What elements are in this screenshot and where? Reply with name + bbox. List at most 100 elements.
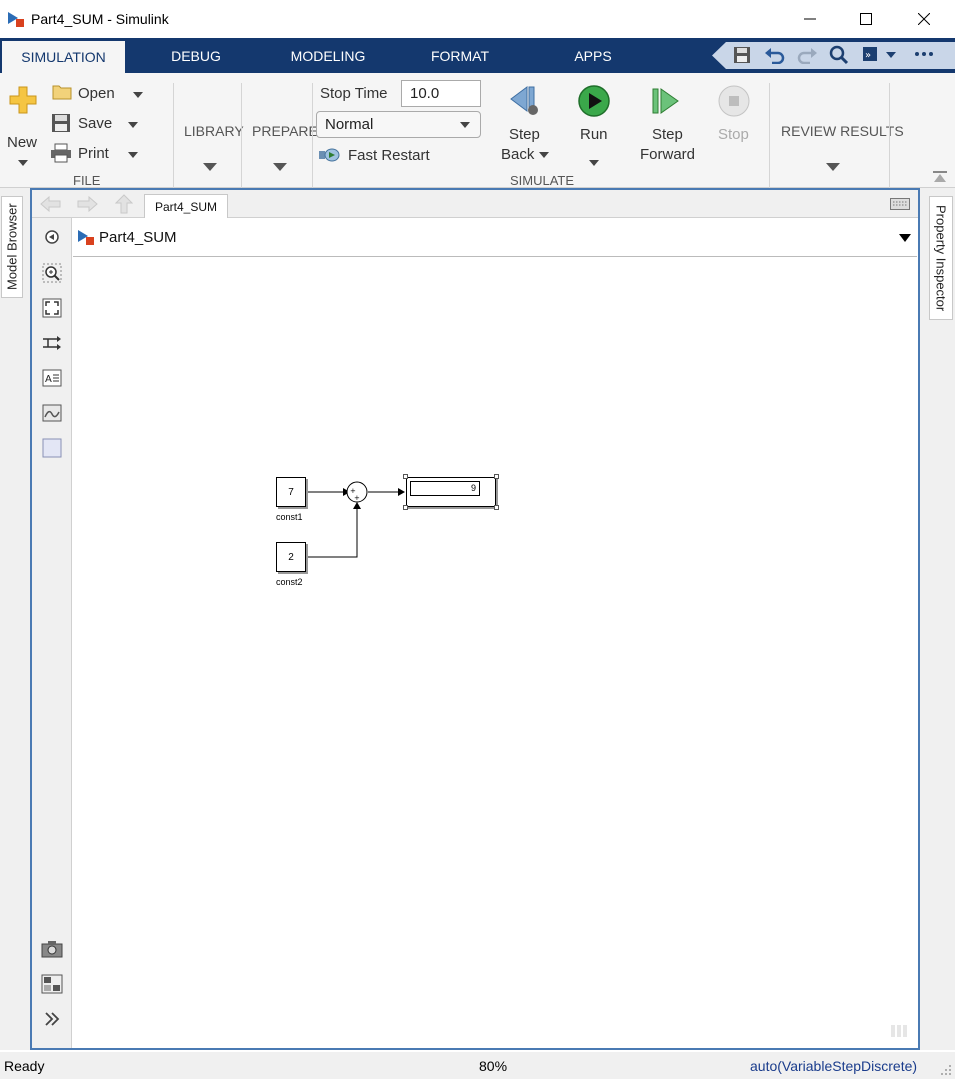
maximize-button[interactable] (837, 0, 895, 38)
zoom-level: 80% (479, 1058, 508, 1074)
model-browser-label: Model Browser (4, 203, 20, 291)
print-button[interactable]: Print (50, 142, 150, 166)
separator (312, 83, 313, 188)
fast-restart-icon (319, 148, 340, 162)
image-icon (42, 404, 62, 422)
save-dropdown-icon (128, 122, 138, 128)
open-button[interactable]: Open (50, 82, 150, 106)
simulation-mode-value: Normal (325, 116, 374, 133)
stop-icon (718, 85, 750, 117)
selection-handle[interactable] (403, 505, 408, 510)
library-label: LIBRARY (184, 123, 244, 139)
shortcuts-dropdown-icon[interactable]: » (862, 45, 898, 65)
fast-restart-toggle[interactable]: Fast Restart (318, 145, 438, 167)
fit-to-view-button[interactable] (41, 297, 63, 319)
property-inspector-tab[interactable]: Property Inspector (929, 196, 953, 320)
prepare-label: PREPARE (252, 123, 318, 139)
back-arrow-icon[interactable] (40, 196, 62, 212)
simulink-window: Part4_SUM - Simulink SIMULATION DEBUG MO… (0, 0, 955, 1079)
save-label: Save (78, 115, 113, 132)
simulink-app-icon (8, 12, 24, 27)
hide-show-explorer-button[interactable] (41, 226, 63, 248)
step-forward-button[interactable]: Step Forward (634, 81, 700, 171)
library-dropdown-icon (203, 163, 217, 171)
area-button[interactable] (41, 437, 63, 459)
image-button[interactable] (41, 402, 63, 424)
step-back-dropdown-icon (539, 152, 549, 158)
model-editor: Part4_SUM A Part4_SUM + + 7 const1 2 con… (30, 188, 920, 1050)
tab-debug[interactable]: DEBUG (150, 38, 242, 73)
ribbon-tabs: SIMULATION DEBUG MODELING FORMAT APPS » (0, 38, 955, 73)
simulation-mode-select[interactable]: Normal (316, 111, 481, 138)
selection-handle[interactable] (494, 505, 499, 510)
const2-block[interactable]: 2 (276, 542, 306, 572)
editor-model-tab[interactable]: Part4_SUM (144, 194, 228, 218)
route-lines-button[interactable] (41, 332, 63, 354)
svg-text:A: A (45, 374, 52, 385)
model-browser-tab[interactable]: Model Browser (1, 196, 23, 298)
more-options-icon[interactable] (914, 51, 934, 57)
prepare-button[interactable]: PREPARE (248, 118, 318, 178)
tab-apps[interactable]: APPS (555, 38, 631, 73)
new-button[interactable]: New (4, 81, 42, 171)
stop-time-input[interactable]: 10.0 (401, 80, 481, 107)
open-label: Open (78, 85, 115, 102)
separator (769, 83, 770, 188)
run-button[interactable]: Run (570, 81, 618, 171)
run-play-icon (578, 85, 610, 117)
undo-icon[interactable] (764, 46, 786, 64)
new-label: New (7, 134, 38, 151)
minimize-button[interactable] (781, 0, 839, 38)
library-button[interactable]: LIBRARY (180, 118, 244, 178)
separator (889, 83, 890, 188)
collapse-ribbon-icon[interactable] (932, 170, 948, 184)
selection-handle[interactable] (403, 474, 408, 479)
const2-value: 2 (288, 551, 294, 563)
const2-label: const2 (276, 577, 303, 587)
expand-palette-button[interactable] (41, 1008, 63, 1030)
status-bar: Ready 80% auto(VariableStepDiscrete) (0, 1052, 955, 1079)
separator (173, 83, 174, 188)
tab-modeling[interactable]: MODELING (272, 38, 384, 73)
zoom-icon (42, 263, 62, 283)
tab-format[interactable]: FORMAT (414, 38, 506, 73)
step-forward-icon (652, 88, 679, 114)
status-text: Ready (4, 1058, 45, 1074)
close-button[interactable] (895, 0, 953, 38)
search-icon[interactable] (829, 45, 849, 65)
review-results-button[interactable]: REVIEW RESULTS (776, 118, 904, 178)
arrowhead (398, 488, 405, 496)
model-canvas[interactable]: + + 7 const1 2 const2 9 (73, 258, 917, 1048)
const1-block[interactable]: 7 (276, 477, 306, 507)
property-button[interactable] (41, 973, 63, 995)
screenshot-button[interactable] (41, 938, 63, 960)
fast-restart-label: Fast Restart (348, 147, 430, 164)
model-icon (78, 230, 94, 245)
save-icon[interactable] (732, 45, 752, 65)
annotation-button[interactable]: A (41, 367, 63, 389)
svg-text:+: + (354, 494, 360, 502)
breadcrumb[interactable]: Part4_SUM (99, 229, 177, 246)
display-block[interactable]: 9 (406, 477, 496, 507)
step-back-label-1: Step (509, 126, 540, 143)
zoom-button[interactable] (41, 262, 63, 284)
mode-dropdown-icon (460, 122, 470, 128)
resize-grip-icon[interactable] (940, 1064, 952, 1076)
signal-lines: + + (306, 481, 405, 558)
printer-icon (51, 143, 71, 163)
forward-arrow-icon[interactable] (76, 196, 98, 212)
save-button[interactable]: Save (50, 112, 150, 136)
up-arrow-icon[interactable] (115, 194, 133, 214)
selection-handle[interactable] (494, 474, 499, 479)
step-forward-label-2: Forward (640, 146, 696, 163)
review-results-dropdown-icon (826, 163, 840, 171)
redo-icon[interactable] (796, 46, 818, 64)
step-back-button[interactable]: Step Back (494, 81, 554, 171)
stop-button[interactable]: Stop (712, 81, 758, 171)
editor-nav-bar: Part4_SUM (32, 190, 918, 218)
tab-simulation[interactable]: SIMULATION (2, 38, 125, 73)
breadcrumb-dropdown-icon[interactable] (898, 233, 912, 243)
solver-link[interactable]: auto(VariableStepDiscrete) (750, 1058, 917, 1074)
new-plus-icon (9, 86, 37, 114)
keyboard-icon[interactable] (890, 198, 910, 210)
